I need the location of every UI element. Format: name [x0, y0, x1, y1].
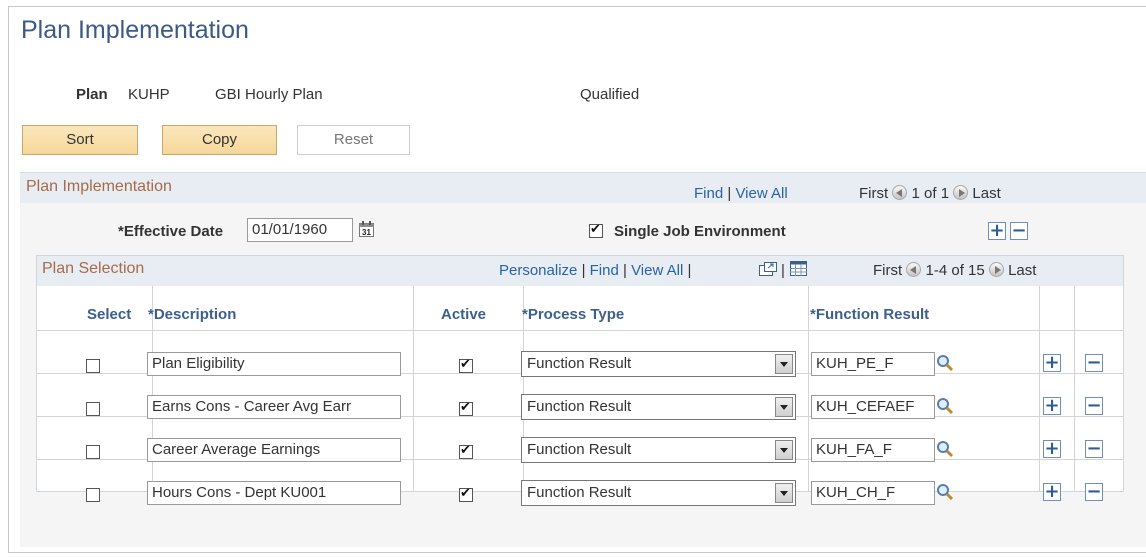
lookup-magnifier-icon[interactable]	[936, 397, 954, 415]
group-nav: Find | View All	[694, 185, 788, 202]
nav-separator: |	[727, 185, 732, 202]
description-input[interactable]: Hours Cons - Dept KU001	[147, 481, 401, 505]
dropdown-arrow-icon[interactable]	[775, 440, 793, 460]
delete-row-button[interactable]: −	[1085, 397, 1103, 415]
process-type-value: Function Result	[527, 398, 632, 415]
delete-row-button[interactable]: −	[1085, 440, 1103, 458]
add-row-button[interactable]: +	[988, 222, 1006, 240]
zoom-window-icon[interactable]	[759, 262, 777, 277]
range-label: 1 of 1	[911, 185, 950, 202]
select-checkbox[interactable]	[86, 359, 100, 373]
column-header-active: Active	[441, 306, 487, 323]
delete-row-button[interactable]: −	[1085, 354, 1103, 372]
column-header-select: Select	[87, 306, 132, 323]
plan-implementation-group: Plan Implementation Find | View All Firs…	[20, 172, 1146, 547]
dropdown-arrow-icon[interactable]	[775, 483, 793, 503]
find-link[interactable]: Find	[694, 185, 723, 202]
last-label: Last	[972, 185, 1001, 202]
first-label: First	[873, 262, 903, 279]
personalize-link[interactable]: Personalize	[499, 262, 577, 279]
column-header-function-result: *Function Result	[810, 306, 930, 323]
active-checkbox[interactable]	[459, 400, 473, 416]
svg-text:31: 31	[362, 228, 371, 237]
process-type-value: Function Result	[527, 355, 632, 372]
plan-label: Plan	[76, 86, 108, 103]
single-job-label: Single Job Environment	[614, 223, 786, 240]
dropdown-arrow-icon[interactable]	[775, 354, 793, 374]
previous-arrow-icon[interactable]	[892, 185, 908, 200]
find-link[interactable]: Find	[590, 262, 619, 279]
column-header-description: *Description	[148, 306, 237, 323]
description-input[interactable]: Earns Cons - Career Avg Earr	[147, 395, 401, 419]
select-checkbox[interactable]	[86, 445, 100, 459]
group-pager: First 1 of 1 Last	[859, 185, 1001, 202]
delete-row-button[interactable]: −	[1085, 483, 1103, 501]
column-header-process-type: *Process Type	[522, 306, 625, 323]
add-row-button[interactable]: +	[1043, 440, 1061, 458]
last-label: Last	[1008, 262, 1037, 279]
previous-arrow-icon[interactable]	[906, 262, 922, 277]
add-row-button[interactable]: +	[1043, 397, 1061, 415]
plan-selection-grid: Plan Selection Personalize | Find | View…	[36, 255, 1124, 506]
add-row-button[interactable]: +	[1043, 354, 1061, 372]
process-type-select[interactable]: Function Result	[521, 351, 796, 377]
add-row-button[interactable]: +	[1043, 483, 1061, 501]
process-type-value: Function Result	[527, 484, 632, 501]
range-label: 1-4 of 15	[925, 262, 985, 279]
grid-pager: First 1-4 of 15 Last	[873, 262, 1036, 279]
select-checkbox[interactable]	[86, 402, 100, 416]
grid-header: Plan Selection Personalize | Find | View…	[37, 256, 1123, 286]
lookup-magnifier-icon[interactable]	[936, 483, 954, 501]
copy-button[interactable]: Copy	[162, 125, 277, 155]
dropdown-arrow-icon[interactable]	[775, 397, 793, 417]
row-divider	[37, 330, 1123, 331]
lookup-magnifier-icon[interactable]	[936, 354, 954, 372]
active-checkbox[interactable]	[459, 486, 473, 502]
next-arrow-icon[interactable]	[988, 262, 1004, 277]
column-divider	[413, 286, 414, 492]
reset-button[interactable]: Reset	[297, 125, 410, 155]
effective-date-input[interactable]: 01/01/1960	[247, 218, 353, 242]
page-title: Plan Implementation	[21, 16, 249, 44]
function-result-input[interactable]: KUH_CH_F	[811, 481, 935, 505]
plan-status: Qualified	[580, 86, 640, 103]
description-input[interactable]: Plan Eligibility	[147, 352, 401, 376]
select-checkbox[interactable]	[86, 488, 100, 502]
active-checkbox[interactable]	[459, 443, 473, 459]
process-type-select[interactable]: Function Result	[521, 480, 796, 506]
view-all-link[interactable]: View All	[631, 262, 683, 279]
single-job-checkbox[interactable]	[589, 222, 603, 238]
plan-description: GBI Hourly Plan	[215, 86, 323, 103]
process-type-value: Function Result	[527, 441, 632, 458]
process-type-select[interactable]: Function Result	[521, 394, 796, 420]
plan-code: KUHP	[128, 86, 170, 103]
active-checkbox[interactable]	[459, 357, 473, 373]
first-label: First	[859, 185, 889, 202]
nav-separator: |	[581, 262, 586, 279]
nav-separator: |	[623, 262, 627, 279]
lookup-magnifier-icon[interactable]	[936, 440, 954, 458]
effective-date-label: *Effective Date	[118, 223, 224, 240]
column-divider	[1039, 286, 1040, 492]
nav-separator: |	[781, 262, 785, 279]
grid-title: Plan Selection	[42, 260, 145, 277]
delete-row-button[interactable]: −	[1010, 222, 1028, 240]
process-type-select[interactable]: Function Result	[521, 437, 796, 463]
description-input[interactable]: Career Average Earnings	[147, 438, 401, 462]
nav-separator: |	[687, 262, 692, 279]
group-header: Plan Implementation Find | View All Firs…	[20, 173, 1146, 203]
column-divider	[808, 286, 809, 492]
spreadsheet-icon[interactable]	[790, 261, 807, 276]
view-all-link[interactable]: View All	[735, 185, 787, 202]
grid-links: Personalize | Find | View All |	[499, 262, 691, 279]
function-result-input[interactable]: KUH_PE_F	[811, 352, 935, 376]
function-result-input[interactable]: KUH_FA_F	[811, 438, 935, 462]
group-title: Plan Implementation	[26, 178, 172, 195]
sort-button[interactable]: Sort	[22, 125, 138, 155]
column-divider	[1074, 286, 1075, 492]
next-arrow-icon[interactable]	[953, 185, 969, 200]
calendar-icon[interactable]: 31	[359, 221, 375, 238]
function-result-input[interactable]: KUH_CEFAEF	[811, 395, 935, 419]
